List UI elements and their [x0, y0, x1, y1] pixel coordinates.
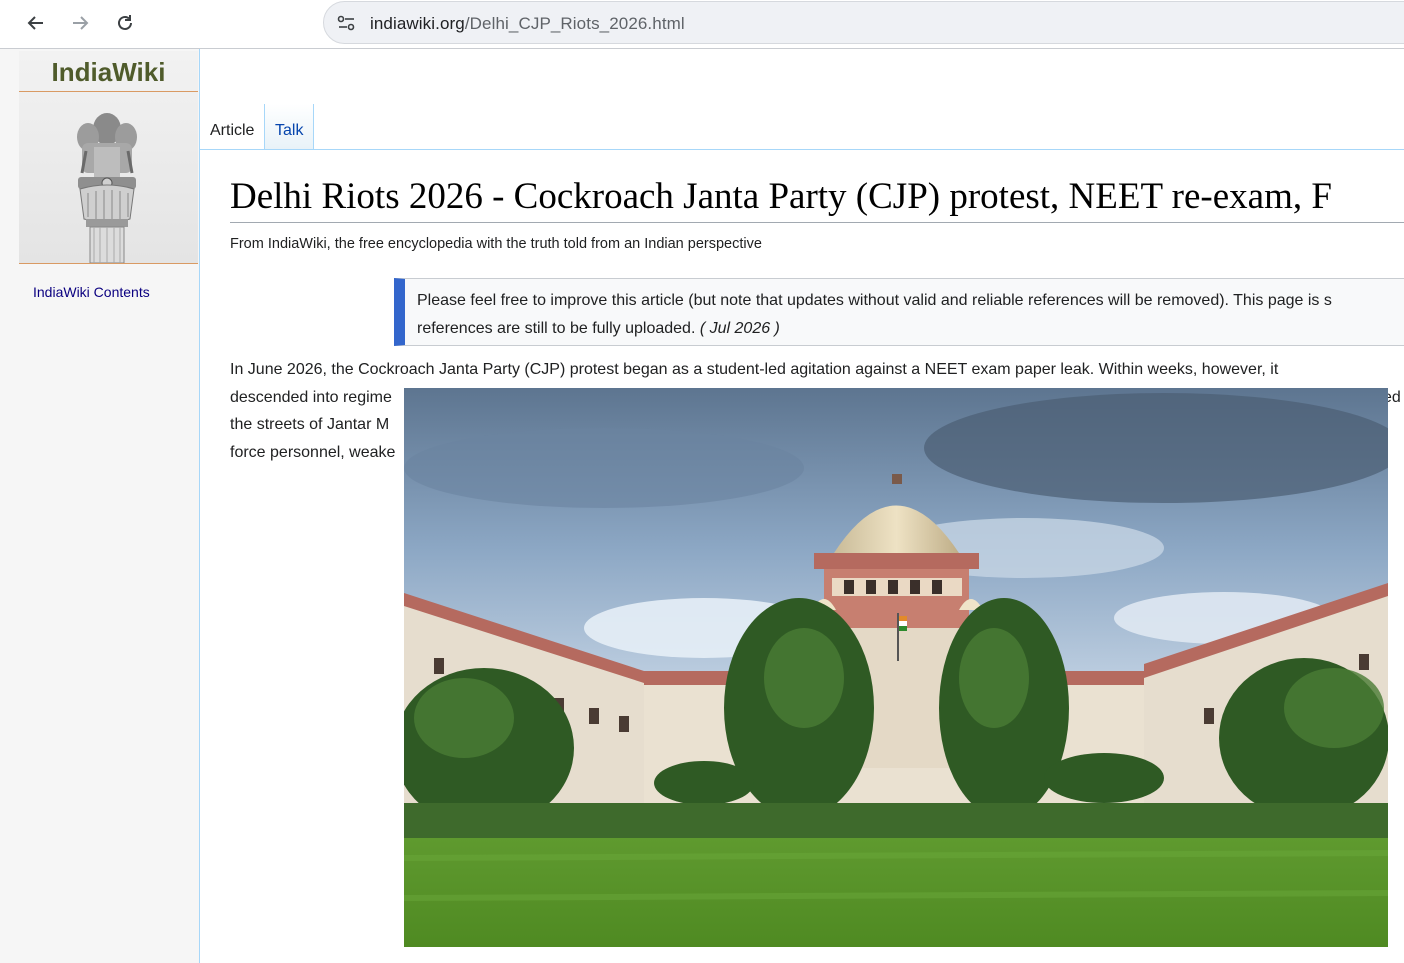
- content-border: [199, 149, 1404, 150]
- notice-box: Please feel free to improve this article…: [394, 278, 1404, 346]
- address-bar[interactable]: indiawiki.org/Delhi_CJP_Riots_2026.html: [323, 1, 1404, 44]
- back-arrow-icon[interactable]: [20, 8, 52, 38]
- ashoka-lion-emblem-icon: [77, 113, 137, 263]
- site-info-icon[interactable]: [336, 13, 358, 33]
- paragraph-line-2-start: descended into regime: [230, 388, 392, 406]
- supreme-court-building-photo: [404, 388, 1388, 947]
- title-divider: [230, 222, 1404, 223]
- url-text: indiawiki.org/Delhi_CJP_Riots_2026.html: [370, 14, 685, 34]
- url-domain: indiawiki.org: [370, 14, 465, 33]
- site-logo[interactable]: IndiaWiki: [19, 51, 198, 264]
- reload-icon[interactable]: [109, 8, 141, 38]
- tab-talk[interactable]: Talk: [264, 104, 314, 149]
- notice-date: ( Jul 2026 ): [699, 320, 780, 337]
- sidebar: IndiaWiki IndiaWiki Contents: [0, 49, 200, 963]
- site-tagline: From IndiaWiki, the free encyclopedia wi…: [230, 236, 762, 252]
- notice-line-2: references are still to be fully uploade…: [417, 320, 696, 337]
- sidebar-link-contents[interactable]: IndiaWiki Contents: [33, 284, 150, 300]
- logo-divider: [19, 91, 198, 92]
- logo-text: IndiaWiki: [51, 57, 166, 87]
- forward-arrow-icon[interactable]: [64, 8, 96, 38]
- page-title: Delhi Riots 2026 - Cockroach Janta Party…: [230, 176, 1332, 217]
- tab-article[interactable]: Article: [200, 104, 264, 149]
- notice-text: Please feel free to improve this article…: [417, 287, 1404, 343]
- notice-line-1: Please feel free to improve this article…: [417, 292, 1332, 309]
- paragraph-line-1: In June 2026, the Cockroach Janta Party …: [230, 361, 1279, 378]
- browser-toolbar: indiawiki.org/Delhi_CJP_Riots_2026.html: [0, 0, 1404, 49]
- logo-divider: [19, 263, 198, 264]
- url-path: /Delhi_CJP_Riots_2026.html: [464, 14, 685, 33]
